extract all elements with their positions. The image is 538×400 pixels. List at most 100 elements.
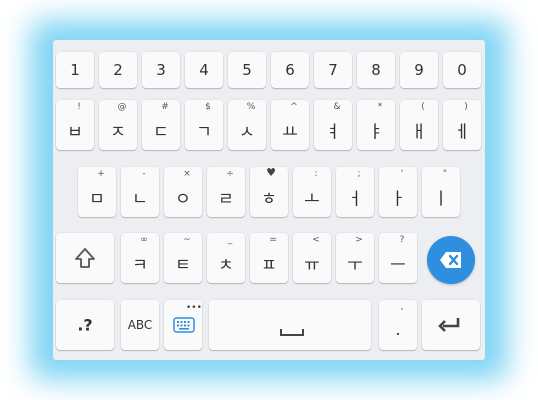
key-label: ㅓ <box>347 189 363 210</box>
keyboard-settings-icon <box>173 317 195 333</box>
key-yo[interactable]: ^ ㅛ <box>271 100 309 150</box>
shift-arrow-icon <box>75 248 95 268</box>
korean-keyboard: 1 2 3 4 5 6 7 8 9 0 ! ㅂ @ ㅈ # ㄷ $ ㄱ % ㅅ ^ ㅛ & ㅕ… <box>53 40 485 360</box>
key-hint: * <box>377 102 383 112</box>
key-hint: < <box>312 235 320 245</box>
key-5[interactable]: 5 <box>228 52 266 88</box>
key-label: 0 <box>457 61 467 79</box>
key-jieut[interactable]: @ ㅈ <box>99 100 137 150</box>
space-key[interactable] <box>209 300 371 350</box>
abc-label: ABC <box>127 318 153 332</box>
more-dots: ••• <box>186 303 202 313</box>
key-pieup[interactable]: = ㅍ <box>250 233 288 283</box>
key-label: . <box>395 320 401 340</box>
key-ae[interactable]: (ㅐ <box>400 100 438 150</box>
key-label: ㅠ <box>304 255 320 276</box>
key-hint: ÷ <box>226 169 234 179</box>
key-label: ㅁ <box>89 189 105 210</box>
enter-arrow-icon <box>438 318 460 332</box>
key-9[interactable]: 9 <box>400 52 438 88</box>
key-u[interactable]: > ㅜ <box>336 233 374 283</box>
key-label: 6 <box>285 61 295 79</box>
key-label: ㅊ <box>218 255 234 276</box>
key-1[interactable]: 1 <box>56 52 94 88</box>
key-hint: _ <box>227 235 233 245</box>
period-key[interactable]: , . <box>379 300 417 350</box>
key-label: ㅔ <box>454 122 470 143</box>
key-label: ㅏ <box>390 189 406 210</box>
key-label: 1 <box>70 61 80 79</box>
key-label: ㅣ <box>433 189 449 210</box>
key-label: ㅋ <box>132 255 148 276</box>
key-hint: & <box>333 102 341 112</box>
key-3[interactable]: 3 <box>142 52 180 88</box>
key-hint: ' <box>400 169 404 179</box>
key-label: 7 <box>328 61 338 79</box>
key-4[interactable]: 4 <box>185 52 223 88</box>
key-hint: $ <box>205 102 211 112</box>
key-label: ㅕ <box>325 122 341 143</box>
key-label: ㄷ <box>153 122 169 143</box>
key-e[interactable]: ) ㅔ <box>443 100 481 150</box>
heart-icon: ♥ <box>266 166 276 179</box>
key-label: 2 <box>113 61 123 79</box>
key-7[interactable]: 7 <box>314 52 352 88</box>
key-yeo[interactable]: & ㅕ <box>314 100 352 150</box>
key-hint: ? <box>399 235 405 245</box>
key-eu[interactable]: ? ㅡ <box>379 233 417 283</box>
shift-key[interactable] <box>56 233 114 283</box>
key-hieut[interactable]: ♥ ㅎ <box>250 166 288 217</box>
key-label: ㅡ <box>390 255 406 276</box>
key-giyeok[interactable]: $ ㄱ <box>185 100 223 150</box>
key-hint: - <box>142 169 146 179</box>
key-hint: > <box>355 235 363 245</box>
key-bieup[interactable]: ! ㅂ <box>56 100 94 150</box>
key-ieung[interactable]: × ㅇ <box>164 167 202 217</box>
key-i[interactable]: " ㅣ <box>422 167 460 217</box>
key-chieut[interactable]: _ ㅊ <box>207 233 245 283</box>
key-label: ㅑ <box>368 122 384 143</box>
abc-key[interactable]: ABC <box>121 300 159 350</box>
key-label: 4 <box>199 61 209 79</box>
key-label: ㄱ <box>196 122 212 143</box>
key-a[interactable]: ' ㅏ <box>379 167 417 217</box>
key-hint: ∞ <box>140 235 148 245</box>
key-label: ㅌ <box>175 255 191 276</box>
key-hint: × <box>183 169 191 179</box>
key-rieul[interactable]: ÷ ㄹ <box>207 167 245 217</box>
key-8[interactable]: 8 <box>357 52 395 88</box>
key-yu[interactable]: < ㅠ <box>293 233 331 283</box>
key-hint: ( <box>421 102 425 112</box>
key-label: ㅇ <box>175 189 191 210</box>
key-hint: ) <box>464 102 468 112</box>
key-digeut[interactable]: # ㄷ <box>142 100 180 150</box>
key-label: ㅅ <box>239 122 255 143</box>
key-o[interactable]: :ㅗ <box>293 167 331 217</box>
enter-key[interactable] <box>422 300 480 350</box>
key-tieut[interactable]: ~ ㅌ <box>164 233 202 283</box>
key-siot[interactable]: % ㅅ <box>228 100 266 150</box>
key-hint: , <box>400 302 404 312</box>
key-2[interactable]: 2 <box>99 52 137 88</box>
key-ya[interactable]: * ㅑ <box>357 100 395 150</box>
key-mieum[interactable]: + ㅁ <box>78 167 116 217</box>
key-hint: ; <box>357 169 361 179</box>
backspace-button[interactable] <box>427 236 475 284</box>
key-hint: : <box>314 169 318 179</box>
key-label: ㄹ <box>218 189 234 210</box>
key-nieun[interactable]: -ㄴ <box>121 167 159 217</box>
key-label: ㅂ <box>67 122 83 143</box>
key-6[interactable]: 6 <box>271 52 309 88</box>
key-hint: ^ <box>290 102 298 112</box>
space-bar-icon <box>280 329 304 336</box>
keyboard-settings-key[interactable]: ••• <box>164 300 202 350</box>
key-hint: = <box>269 235 277 245</box>
key-kieuk[interactable]: ∞ ㅋ <box>121 233 159 283</box>
key-eo[interactable]: ; ㅓ <box>336 167 374 217</box>
symbols-key[interactable]: .? <box>56 300 114 350</box>
key-0[interactable]: 0 <box>443 52 481 88</box>
key-hint: ~ <box>183 235 191 245</box>
key-label: 5 <box>242 61 252 79</box>
key-hint: " <box>442 169 448 179</box>
key-label: ㄴ <box>132 189 148 210</box>
